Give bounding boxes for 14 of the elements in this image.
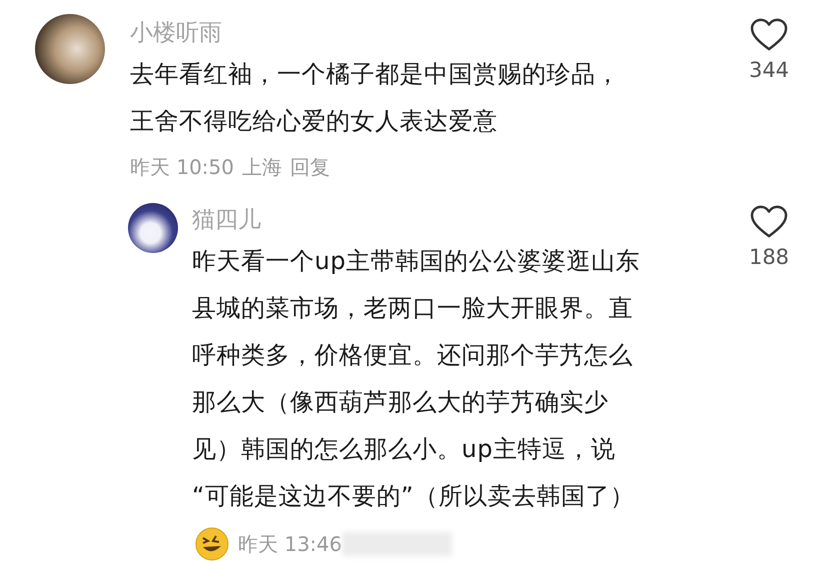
comment-text: 昨天看一个up主带韩国的公公婆婆逛山东 县城的菜市场，老两口一脸大开眼界。直 呼种类多，价格便宜。还问那个芋艿怎么 那么大（像西葫芦那么大的芋艿确实少 见）韩国的怎么那么小。up主特逗，说 “可能是这边不要的”（所以卖去韩国了） bbox=[192, 246, 641, 512]
laughing-emoji-icon bbox=[194, 526, 230, 562]
comment-location: 上海 bbox=[242, 154, 282, 180]
avatar-icon[interactable] bbox=[128, 203, 178, 253]
comment-time: 昨天 13:46 bbox=[238, 530, 342, 558]
heart-icon[interactable] bbox=[750, 18, 788, 52]
like-count: 344 bbox=[748, 58, 790, 82]
username[interactable]: 小楼听雨 bbox=[130, 15, 734, 51]
reply-link[interactable]: 回复 bbox=[290, 154, 330, 180]
like-count: 188 bbox=[748, 245, 790, 269]
comment-time: 昨天 10:50 bbox=[130, 154, 234, 180]
heart-icon[interactable] bbox=[750, 205, 788, 239]
comment-text: 去年看红袖，一个橘子都是中国赏赐的珍品， 王舍不得吃给心爱的女人表达爱意 bbox=[130, 59, 621, 137]
username[interactable]: 猫四儿 bbox=[192, 202, 734, 238]
